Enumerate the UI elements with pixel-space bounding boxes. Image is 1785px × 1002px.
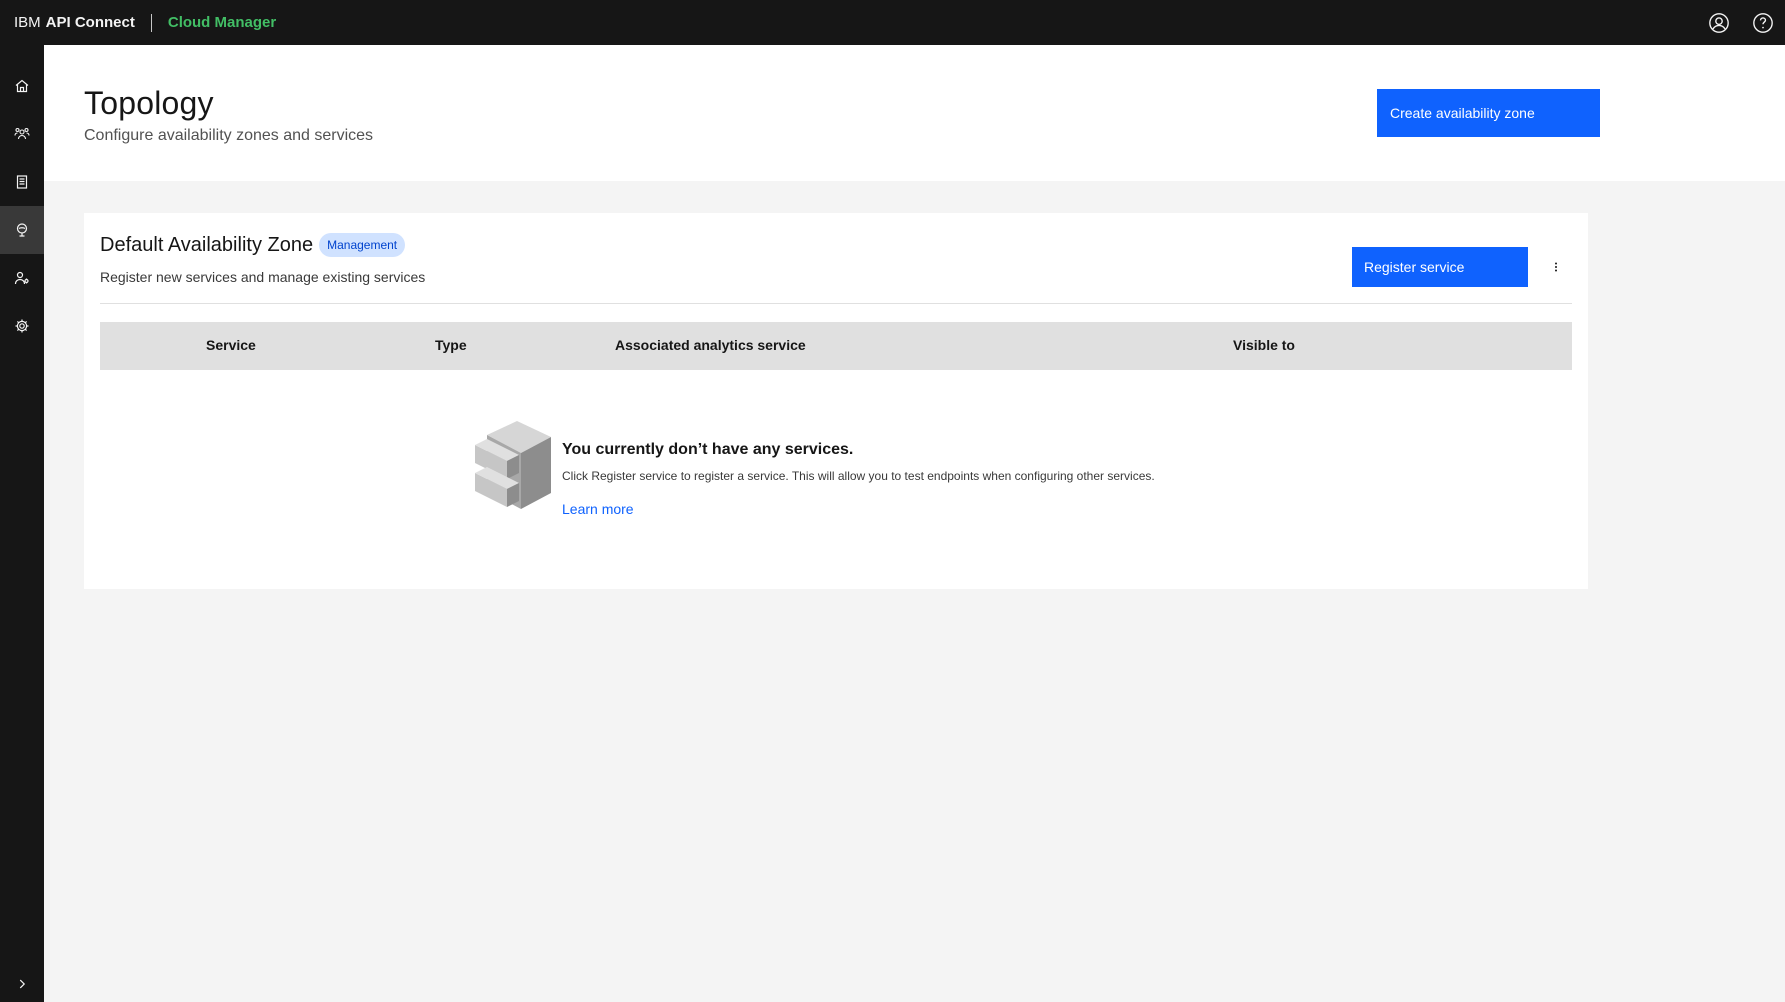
sidebar-item-resources[interactable] xyxy=(0,158,44,206)
document-icon xyxy=(16,175,28,189)
empty-state-title: You currently don’t have any services. xyxy=(562,441,854,458)
overflow-menu-button[interactable] xyxy=(1540,251,1572,283)
brand-sub: Cloud Manager xyxy=(167,14,277,31)
chevron-right-icon xyxy=(19,979,26,989)
left-rail xyxy=(0,45,44,1002)
empty-state-description: Click Register service to register a ser… xyxy=(562,469,1155,483)
brand-ibm: IBM xyxy=(14,14,41,31)
sidebar-item-topology[interactable] xyxy=(0,206,44,254)
user-avatar-icon[interactable] xyxy=(1697,0,1741,45)
zone-divider xyxy=(100,303,1572,304)
expand-rail-button[interactable] xyxy=(0,966,44,1002)
group-icon xyxy=(14,127,30,140)
brand-divider xyxy=(150,13,152,32)
home-icon xyxy=(15,79,29,93)
empty-cabinet-icon xyxy=(475,421,551,509)
sidebar-item-organizations[interactable] xyxy=(0,110,44,158)
brand[interactable]: IBM API Connect Cloud Manager xyxy=(14,0,276,45)
column-header-type[interactable]: Type xyxy=(435,337,467,353)
create-availability-zone-button[interactable]: Create availability zone xyxy=(1377,89,1600,137)
header-actions xyxy=(1697,0,1785,45)
gear-icon xyxy=(15,319,29,333)
sidebar-item-members[interactable] xyxy=(0,254,44,302)
page-header: Topology Configure availability zones an… xyxy=(44,45,1785,181)
top-header: IBM API Connect Cloud Manager xyxy=(0,0,1785,45)
page-title: Topology xyxy=(84,85,214,121)
overflow-menu-icon xyxy=(1555,262,1557,272)
page-subtitle: Configure availability zones and service… xyxy=(84,127,374,144)
column-header-service[interactable]: Service xyxy=(206,337,256,353)
zone-title-row: Default Availability Zone Management xyxy=(100,233,406,257)
brand-product: API Connect xyxy=(45,14,135,31)
learn-more-link[interactable]: Learn more xyxy=(562,501,634,517)
sidebar-item-settings[interactable] xyxy=(0,302,44,350)
availability-zone-card: Default Availability Zone Management Reg… xyxy=(84,213,1588,589)
user-admin-icon xyxy=(14,271,29,285)
register-service-button[interactable]: Register service xyxy=(1352,247,1528,287)
services-table-header: Service Type Associated analytics servic… xyxy=(100,322,1572,370)
zone-tag: Management xyxy=(319,233,406,257)
zone-title: Default Availability Zone xyxy=(100,233,314,256)
column-header-analytics[interactable]: Associated analytics service xyxy=(615,337,806,353)
column-header-visible-to[interactable]: Visible to xyxy=(1233,337,1295,353)
help-icon[interactable] xyxy=(1741,0,1785,45)
zone-description: Register new services and manage existin… xyxy=(100,269,426,285)
sidebar-item-home[interactable] xyxy=(0,62,44,110)
globe-icon xyxy=(16,223,28,237)
